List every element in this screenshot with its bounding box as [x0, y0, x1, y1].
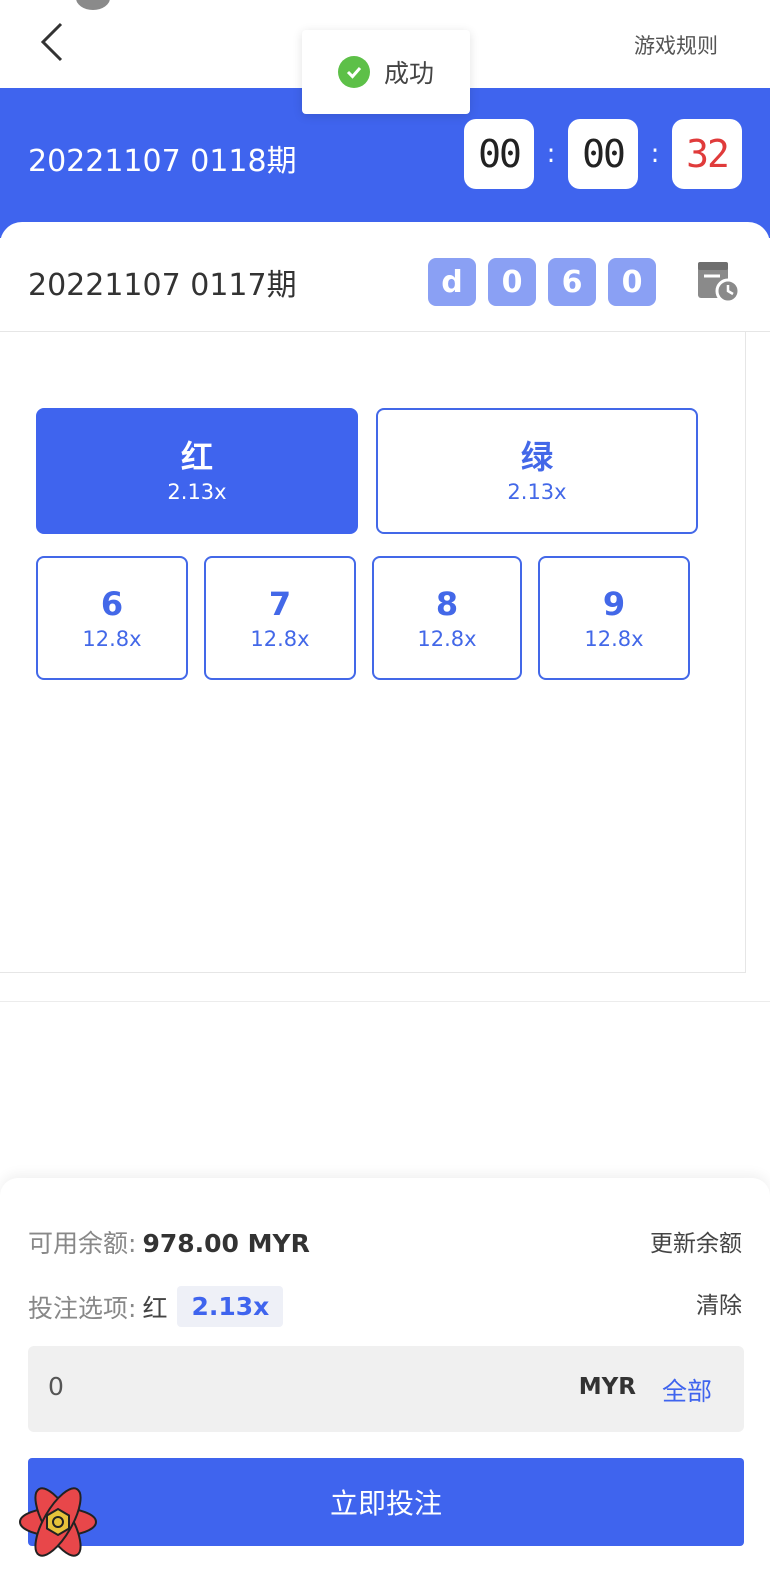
selection-odds-badge: 2.13x [177, 1286, 284, 1327]
success-toast: 成功 [302, 30, 470, 114]
result-ball: 0 [608, 258, 656, 306]
clear-button[interactable]: 清除 [696, 1286, 742, 1320]
refresh-balance-button[interactable]: 更新余额 [650, 1224, 742, 1258]
selection-label: 投注选项: [28, 1293, 137, 1323]
bet-options-area: 红 2.13x 绿 2.13x 6 12.8x 7 12.8x 8 12.8x … [0, 332, 746, 973]
option-number-7[interactable]: 7 12.8x [204, 556, 356, 680]
current-period: 20221107 0118期 [28, 144, 297, 179]
balance-row: 可用余额: 978.00 MYR [28, 1224, 310, 1260]
selection-name: 红 [142, 1293, 168, 1323]
option-odds: 12.8x [82, 627, 142, 652]
bet-panel: 可用余额:978.00 MYR 更新余额 投注选项: 红 2.13x 清除 MY… [0, 1178, 770, 1586]
option-label: 红 [180, 437, 213, 476]
option-number-9[interactable]: 9 12.8x [538, 556, 690, 680]
previous-round-panel: 20221107 0117期 d 0 6 0 [0, 222, 770, 332]
result-balls: d 0 6 0 [428, 258, 656, 306]
result-ball: d [428, 258, 476, 306]
option-label: 6 [100, 584, 124, 623]
react-devtools-icon[interactable] [16, 1480, 100, 1564]
option-odds: 2.13x [167, 480, 227, 505]
timer-seconds: 32 [672, 119, 742, 189]
currency-label: MYR [578, 1374, 636, 1400]
place-bet-button[interactable]: 立即投注 [28, 1458, 744, 1546]
option-odds: 12.8x [250, 627, 310, 652]
back-button[interactable] [30, 16, 74, 68]
chevron-left-icon [40, 22, 63, 62]
history-icon[interactable] [696, 258, 741, 304]
timer-separator: : [650, 139, 660, 169]
timer-separator: : [546, 139, 556, 169]
option-number-8[interactable]: 8 12.8x [372, 556, 522, 680]
result-ball: 0 [488, 258, 536, 306]
option-odds: 12.8x [417, 627, 477, 652]
result-ball: 6 [548, 258, 596, 306]
balance-value: 978.00 MYR [142, 1229, 310, 1258]
check-icon [337, 56, 370, 88]
option-number-6[interactable]: 6 12.8x [36, 556, 188, 680]
amount-field: MYR 全部 [28, 1346, 744, 1432]
balance-label: 可用余额: [28, 1229, 137, 1258]
option-odds: 2.13x [507, 480, 567, 505]
game-rules-link[interactable]: 游戏规则 [634, 30, 718, 60]
option-red[interactable]: 红 2.13x [36, 408, 358, 534]
option-label: 7 [268, 584, 292, 623]
option-label: 8 [435, 584, 459, 623]
option-odds: 12.8x [584, 627, 644, 652]
all-in-button[interactable]: 全部 [662, 1372, 712, 1408]
countdown-timer: 00 : 00 : 32 [464, 119, 742, 189]
timer-hours: 00 [464, 119, 534, 189]
timer-minutes: 00 [568, 119, 638, 189]
previous-period: 20221107 0117期 [28, 268, 297, 303]
option-label: 9 [602, 584, 626, 623]
amount-input[interactable] [48, 1372, 348, 1401]
selection-row: 投注选项: 红 2.13x [28, 1286, 284, 1327]
divider [0, 1001, 770, 1002]
status-dot [76, 0, 110, 10]
toast-message: 成功 [383, 59, 434, 88]
option-label: 绿 [520, 437, 553, 476]
option-green[interactable]: 绿 2.13x [376, 408, 698, 534]
